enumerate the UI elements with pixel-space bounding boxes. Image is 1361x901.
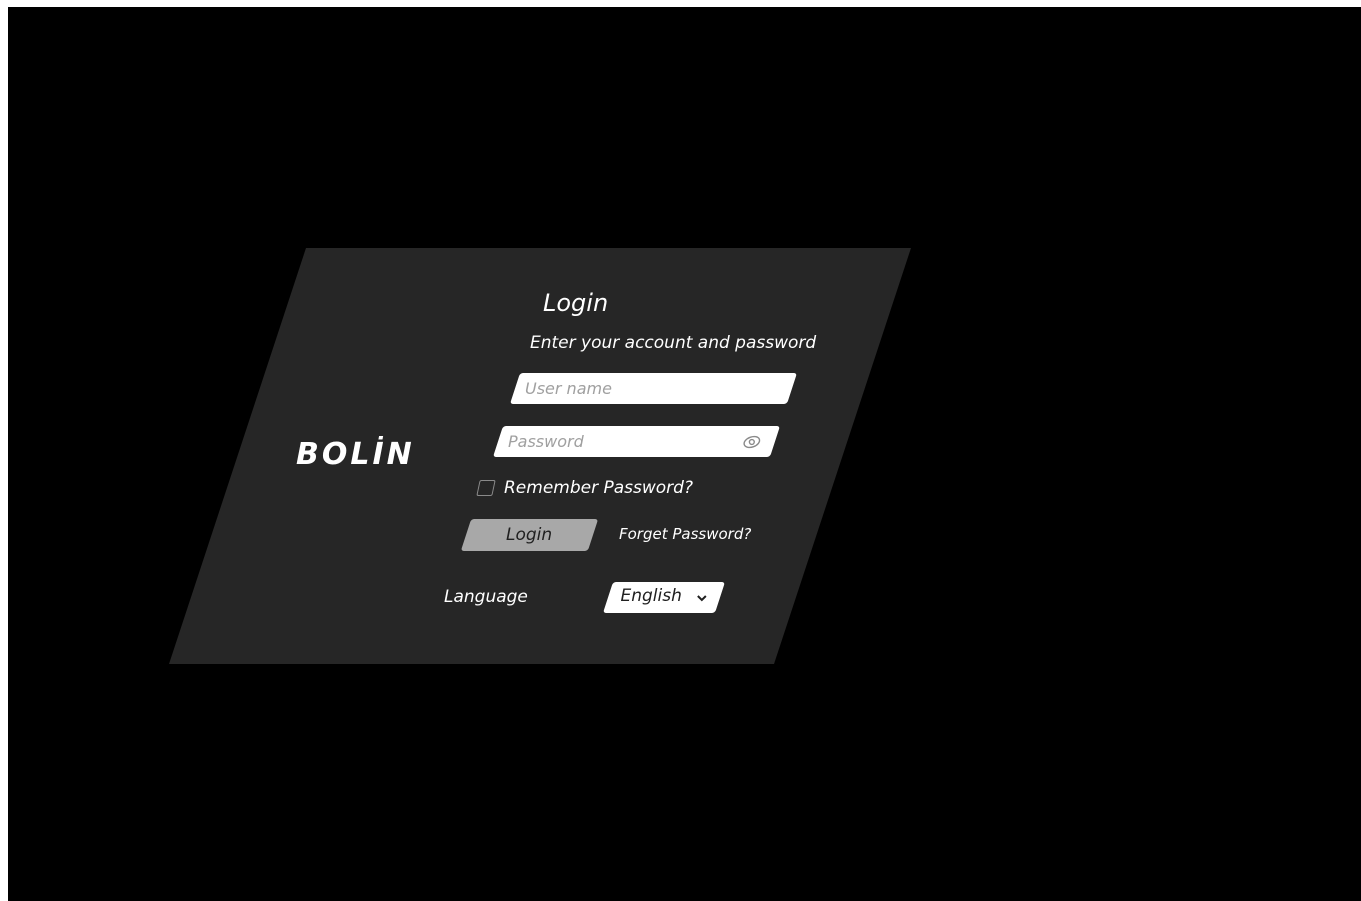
remember-checkbox[interactable] (476, 480, 496, 496)
login-button[interactable]: Login (460, 519, 599, 551)
username-input[interactable] (525, 373, 752, 404)
language-select[interactable]: English (602, 582, 726, 613)
bolin-logo: BOLİN (296, 436, 415, 470)
remember-password[interactable]: Remember Password? (476, 478, 693, 498)
language-value: English (620, 586, 682, 606)
password-input[interactable] (508, 426, 735, 457)
password-field[interactable] (492, 426, 781, 457)
language-label: Language (444, 587, 528, 607)
remember-label: Remember Password? (504, 478, 693, 498)
login-subtitle: Enter your account and password (530, 333, 817, 353)
forget-password-link[interactable]: Forget Password? (619, 525, 751, 543)
login-title: Login (543, 289, 609, 317)
eye-icon[interactable] (743, 433, 761, 451)
username-field[interactable] (509, 373, 798, 404)
logo-text: BOLİN (296, 436, 415, 470)
login-button-label: Login (506, 525, 553, 545)
chevron-down-icon (697, 595, 707, 602)
